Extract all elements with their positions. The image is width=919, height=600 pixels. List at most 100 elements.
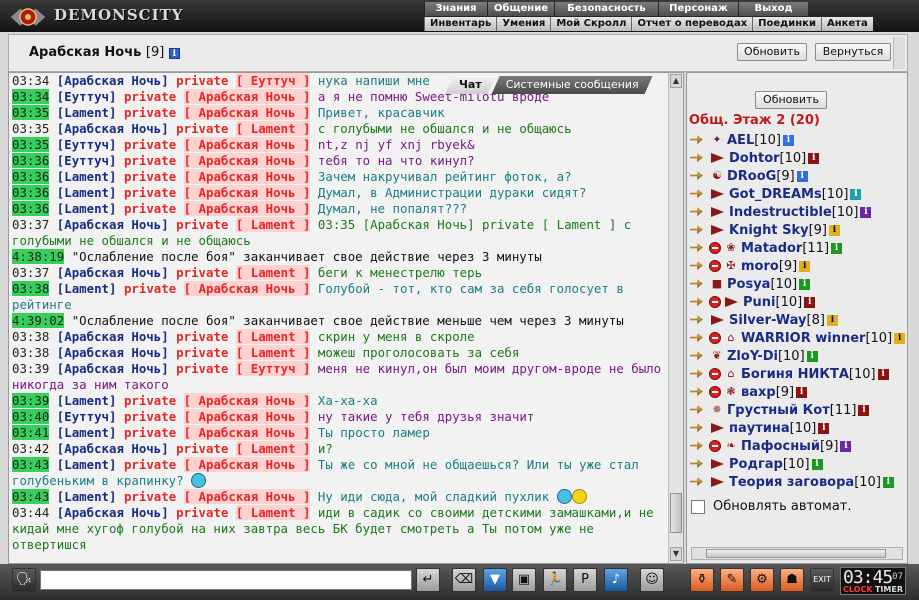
private-recipient[interactable]: [ Lament ] [235, 441, 311, 456]
user-row[interactable]: ■ Posya [10] i [689, 275, 907, 293]
user-row[interactable]: Родгар [10] i [689, 455, 907, 473]
private-message-icon[interactable] [689, 368, 707, 380]
chat-time[interactable]: 03:36 [12, 185, 50, 200]
menu-personazh[interactable]: Персонаж [658, 2, 738, 16]
user-info-icon[interactable]: i [826, 314, 838, 326]
user-name[interactable]: вахр [741, 385, 776, 400]
user-name[interactable]: Silver-Way [729, 313, 807, 328]
clan-icon[interactable]: ❧ [723, 439, 739, 453]
chat-sender[interactable]: [Арабская Ночь] [57, 361, 169, 376]
chat-time[interactable]: 03:35 [12, 105, 50, 120]
submenu-umeniya[interactable]: Умения [496, 17, 551, 31]
chat-time[interactable]: 03:41 [12, 425, 50, 440]
user-row[interactable]: Got_DREAMs [10] i [689, 185, 907, 203]
private-message-icon[interactable] [689, 260, 707, 272]
private-recipient[interactable]: [ Lament ] [235, 121, 311, 136]
user-info-icon[interactable]: i [860, 206, 872, 218]
header-scrollbar[interactable] [893, 37, 905, 69]
chat-sender[interactable]: [Арабская Ночь] [57, 345, 169, 360]
private-recipient[interactable]: [ Арабская Ночь ] [183, 105, 311, 120]
return-button[interactable]: Вернуться [815, 43, 891, 61]
menu-bezopasnost[interactable]: Безопасность [554, 2, 658, 16]
private-message-icon[interactable] [689, 278, 707, 290]
chat-time[interactable]: 03:34 [12, 89, 50, 104]
clan-icon[interactable]: ■ [709, 277, 725, 291]
user-name[interactable]: Got_DREAMs [729, 187, 822, 202]
user-name[interactable]: Грустный Кот [727, 403, 830, 418]
user-row[interactable]: Теория заговора [10] i [689, 473, 907, 491]
private-recipient[interactable]: [ Арабская Ночь ] [183, 281, 311, 296]
private-message-icon[interactable] [689, 350, 707, 362]
user-info-icon[interactable]: i [796, 386, 808, 398]
chat-scroll-thumb[interactable] [670, 493, 682, 533]
private-recipient[interactable]: [ Арабская Ночь ] [183, 489, 311, 504]
user-row[interactable]: Silver-Way [8] i [689, 311, 907, 329]
chat-time[interactable]: 03:43 [12, 489, 50, 504]
chat-sender[interactable]: [Lament] [57, 201, 117, 216]
user-row[interactable]: ❦ ZloY-Di [10] i [689, 347, 907, 365]
refresh-button[interactable]: Обновить [737, 43, 807, 61]
auto-refresh-checkbox[interactable] [691, 499, 705, 514]
user-name[interactable]: Родгар [729, 457, 783, 472]
user-name[interactable]: Пафосный [741, 439, 820, 454]
user-info-icon[interactable]: i [804, 296, 816, 308]
message-input[interactable] [40, 570, 412, 590]
private-message-icon[interactable] [689, 386, 707, 398]
user-info-icon[interactable]: i [840, 440, 852, 452]
private-message-icon[interactable] [689, 134, 707, 146]
chat-sender[interactable]: [Арабская Ночь] [57, 505, 169, 520]
user-info-icon[interactable]: i [799, 260, 811, 272]
chat-sender[interactable]: [Lament] [57, 281, 117, 296]
private-recipient[interactable]: [ Арабская Ночь ] [183, 425, 311, 440]
clan-icon[interactable]: ✵ [709, 403, 725, 417]
chat-sender[interactable]: [Lament] [57, 425, 117, 440]
user-info-icon[interactable]: i [799, 278, 811, 290]
user-info-icon[interactable]: i [811, 458, 823, 470]
chat-time[interactable]: 03:36 [12, 201, 50, 216]
chat-sender[interactable]: [Еуттуч] [57, 409, 117, 424]
private-recipient[interactable]: [ Lament ] [235, 505, 311, 520]
chat-sender[interactable]: [Арабская Ночь] [57, 265, 169, 280]
user-row[interactable]: Puni [10] i [689, 293, 907, 311]
user-row[interactable]: Indestructible [10] i [689, 203, 907, 221]
user-name[interactable]: Dohtor [729, 151, 780, 166]
chat-sender[interactable]: [Арабская Ночь] [57, 329, 169, 344]
private-recipient[interactable]: [ Арабская Ночь ] [183, 457, 311, 472]
private-message-icon[interactable] [689, 188, 707, 200]
private-list-icon[interactable]: P [573, 568, 597, 592]
private-message-icon[interactable] [689, 332, 707, 344]
private-recipient[interactable]: [ Арабская Ночь ] [183, 201, 311, 216]
user-info-icon[interactable]: i [796, 170, 808, 182]
chat-sender[interactable]: [Lament] [57, 169, 117, 184]
chat-sender[interactable]: [Арабская Ночь] [57, 73, 169, 88]
armor-icon[interactable]: ⚙ [750, 568, 774, 592]
user-info-icon[interactable]: i [831, 242, 843, 254]
user-info-icon[interactable]: i [808, 152, 820, 164]
tab-chat[interactable]: Чат [445, 76, 496, 94]
private-recipient[interactable]: [ Арабская Ночь ] [183, 393, 311, 408]
bag-icon[interactable]: ⚱ [690, 568, 714, 592]
user-row[interactable]: ❃ вахр [9] i [689, 383, 907, 401]
chat-sender[interactable]: [Lament] [57, 185, 117, 200]
user-info-icon[interactable]: i [850, 188, 862, 200]
smiley-icon[interactable]: ☺ [640, 568, 664, 592]
user-info-icon[interactable]: i [894, 332, 906, 344]
submenu-poedinki[interactable]: Поединки [752, 17, 821, 31]
chat-time[interactable]: 03:44 [12, 505, 49, 520]
user-name[interactable]: Теория заговора [729, 475, 854, 490]
user-row[interactable]: Knight Sky [9] i [689, 221, 907, 239]
eraser-icon[interactable]: ⌫ [452, 568, 476, 592]
private-message-icon[interactable] [689, 242, 707, 254]
private-recipient[interactable]: [ Арабская Ночь ] [183, 169, 311, 184]
private-message-icon[interactable] [689, 476, 707, 488]
music-icon[interactable]: ♪ [604, 568, 628, 592]
private-recipient[interactable]: [ Арабская Ночь ] [183, 409, 311, 424]
user-info-icon[interactable]: i [829, 224, 840, 236]
user-row[interactable]: ✦ AEL [10] i [689, 131, 907, 149]
user-info-icon[interactable]: i [877, 368, 889, 380]
user-row[interactable]: ✵ Грустный Кот [11] i [689, 401, 907, 419]
user-row[interactable]: ☯ DRooG [9] i [689, 167, 907, 185]
user-name[interactable]: AEL [727, 133, 754, 148]
user-row[interactable]: ⌂ Богиня НИКТА [10] i [689, 365, 907, 383]
chat-sender[interactable]: [Еуттуч] [57, 137, 117, 152]
